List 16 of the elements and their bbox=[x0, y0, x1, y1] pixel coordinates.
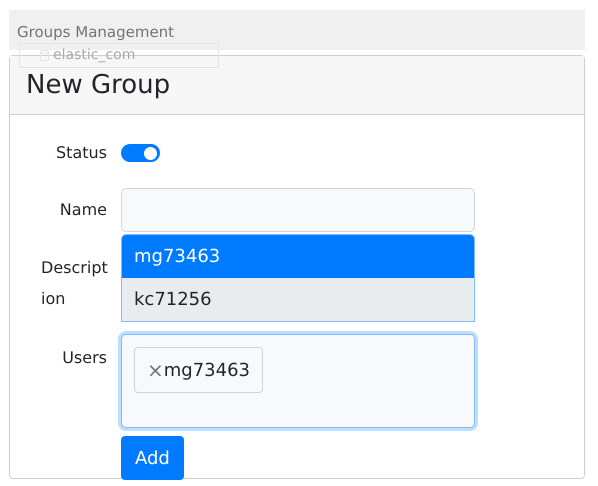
field-label: Name bbox=[58, 199, 108, 221]
chip-label: elastic_com bbox=[53, 46, 136, 65]
dropdown-option[interactable]: kc71256 bbox=[122, 278, 474, 321]
status-toggle[interactable] bbox=[121, 144, 160, 162]
tag-label: mg73463 bbox=[164, 358, 250, 382]
database-icon bbox=[40, 50, 49, 62]
remove-tag-button[interactable]: × bbox=[147, 355, 164, 385]
users-field[interactable]: ×mg73463 bbox=[121, 334, 475, 428]
page-title: Groups Management bbox=[17, 23, 174, 41]
add-button[interactable]: Add bbox=[121, 436, 184, 480]
field-label: Users bbox=[61, 347, 108, 369]
name-field[interactable] bbox=[121, 188, 475, 232]
field-label: Description bbox=[41, 257, 109, 310]
field-label: Status bbox=[55, 142, 108, 164]
card-title: New Group bbox=[26, 68, 170, 102]
dropdown-option[interactable]: mg73463 bbox=[122, 235, 474, 278]
